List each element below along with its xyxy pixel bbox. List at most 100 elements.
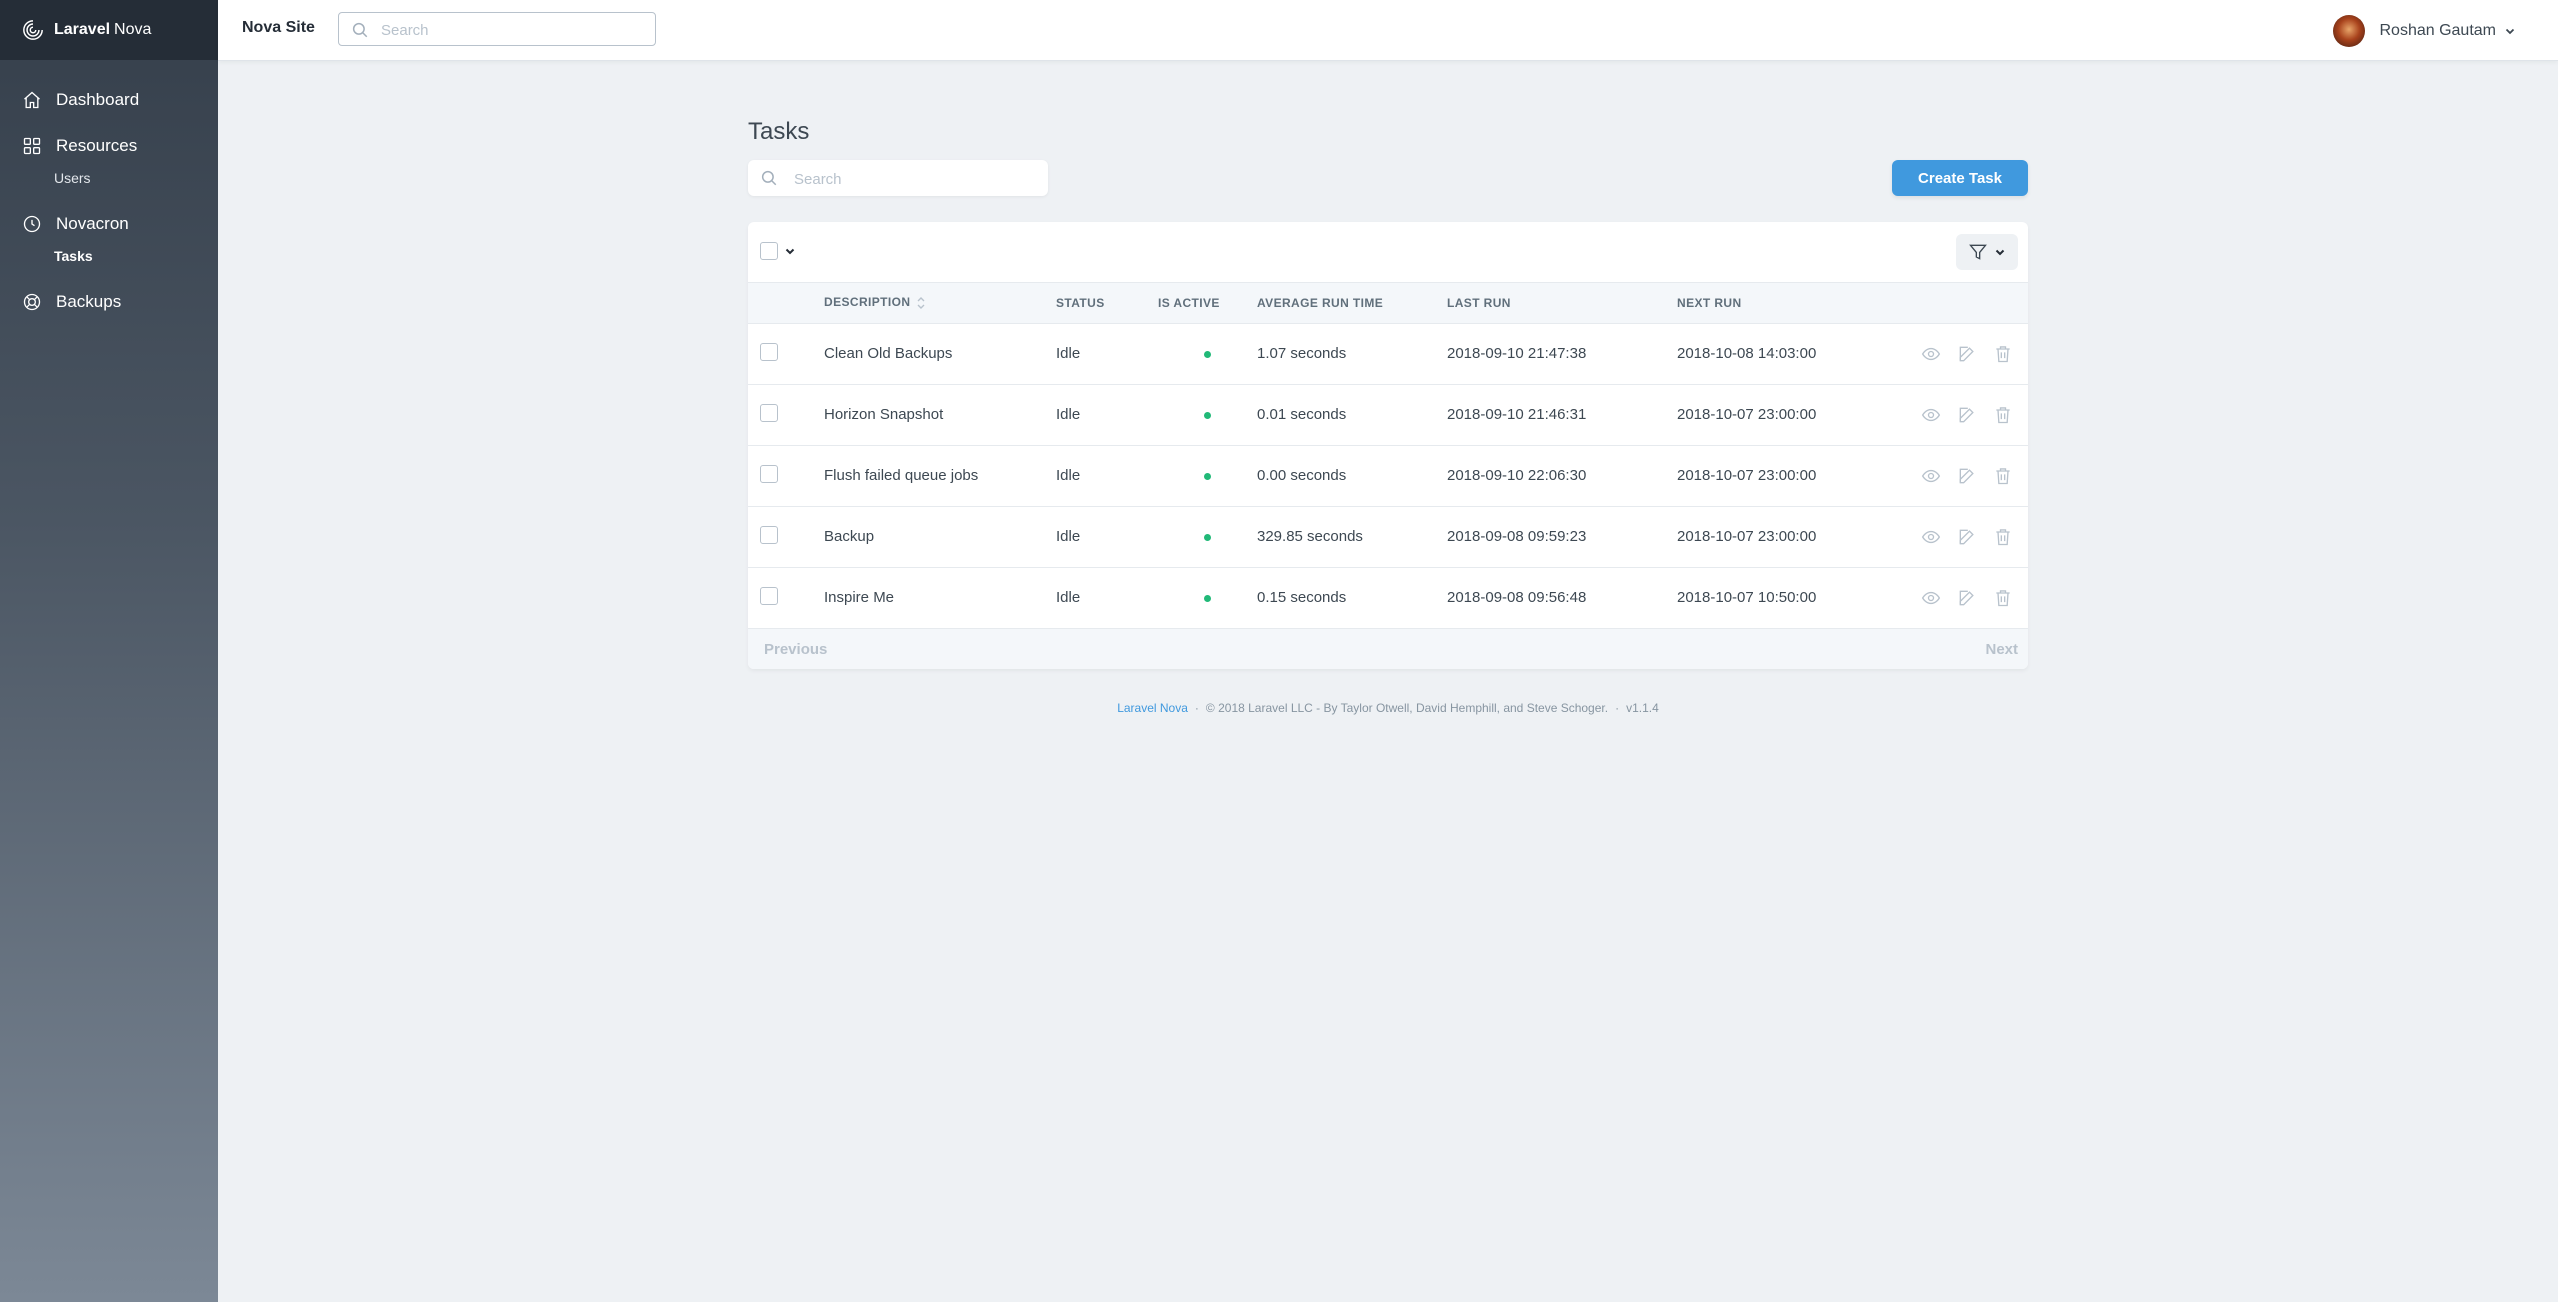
cell-last-run: 2018-09-10 21:47:38 [1447, 323, 1677, 385]
active-indicator [1204, 534, 1211, 541]
column-header-actions [1907, 283, 2028, 324]
delete-trash-icon[interactable] [1993, 527, 2013, 547]
active-indicator [1204, 595, 1211, 602]
row-checkbox[interactable] [760, 586, 778, 605]
row-checkbox[interactable] [760, 342, 778, 361]
footer-nova-link[interactable]: Laravel Nova [1117, 701, 1188, 715]
edit-icon[interactable] [1957, 527, 1977, 547]
table-header-row: Description Status Is Active Average Run… [748, 283, 2028, 324]
cell-status: Idle [1056, 384, 1158, 446]
lifebuoy-icon [23, 293, 41, 311]
brand-name-bold: Laravel [54, 21, 111, 38]
filter-button[interactable] [1956, 234, 2018, 270]
table-row[interactable]: Horizon Snapshot Idle 0.01 seconds 2018-… [748, 384, 2028, 446]
edit-icon[interactable] [1957, 588, 1977, 608]
select-all-checkbox[interactable] [760, 242, 778, 260]
edit-icon[interactable] [1957, 466, 1977, 486]
footer-version: v1.1.4 [1626, 700, 1659, 715]
home-icon [24, 91, 40, 109]
row-actions [1907, 344, 2028, 364]
column-header-description[interactable]: Description [824, 283, 1056, 324]
delete-trash-icon[interactable] [1993, 588, 2013, 608]
table-actions-bar [748, 222, 2028, 283]
resource-toolbar: Create Task [748, 160, 2028, 200]
sidebar-item-label: Backups [56, 292, 122, 311]
column-header-average-run-time: Average Run Time [1257, 283, 1447, 324]
delete-trash-icon[interactable] [1993, 466, 2013, 486]
cell-last-run: 2018-09-10 22:06:30 [1447, 445, 1677, 507]
cell-next-run: 2018-10-07 23:00:00 [1677, 384, 1907, 446]
column-header-is-active: Is Active [1158, 283, 1257, 324]
global-search [338, 12, 656, 47]
row-checkbox[interactable] [760, 525, 778, 544]
main-content: Tasks Create Task Description Statu [748, 118, 2028, 715]
resource-table-card: Description Status Is Active Average Run… [748, 222, 2028, 669]
cell-last-run: 2018-09-08 09:59:23 [1447, 506, 1677, 568]
sidebar-item-label: Novacron [56, 214, 129, 233]
view-eye-icon[interactable] [1921, 588, 1941, 608]
sidebar-item-backups[interactable]: Backups [0, 284, 218, 320]
resource-search [748, 160, 1048, 198]
view-eye-icon[interactable] [1921, 466, 1941, 486]
avatar [2333, 15, 2366, 47]
row-checkbox[interactable] [760, 403, 778, 422]
header-checkbox-col [748, 283, 824, 324]
sidebar-item-dashboard[interactable]: Dashboard [0, 82, 218, 118]
brand[interactable]: Laravel Nova [0, 0, 218, 60]
next-page-button[interactable]: Next [1985, 641, 2018, 658]
sidebar-item-resources[interactable]: Resources [0, 128, 218, 164]
sidebar-item-users[interactable]: Users [0, 164, 218, 192]
row-checkbox[interactable] [760, 464, 778, 483]
cell-average-run-time: 0.01 seconds [1257, 384, 1447, 446]
cell-average-run-time: 0.15 seconds [1257, 567, 1447, 629]
footer: Laravel Nova · © 2018 Laravel LLC - By Tay… [1117, 700, 1659, 715]
cell-description: Clean Old Backups [824, 323, 1056, 385]
resource-search-input[interactable] [792, 160, 1046, 198]
clock-icon [23, 215, 41, 233]
table-row[interactable]: Clean Old Backups Idle 1.07 seconds 2018… [748, 323, 2028, 385]
cell-status: Idle [1056, 445, 1158, 507]
tasks-table: Description Status Is Active Average Run… [748, 283, 2028, 629]
cell-status: Idle [1056, 567, 1158, 629]
column-header-next-run: Next Run [1677, 283, 1907, 324]
user-name: Roshan Gautam [2379, 22, 2496, 39]
create-task-button[interactable]: Create Task [1892, 160, 2028, 196]
page-title: Tasks [748, 118, 810, 145]
view-eye-icon[interactable] [1921, 527, 1941, 547]
table-row[interactable]: Backup Idle 329.85 seconds 2018-09-08 09… [748, 506, 2028, 568]
edit-icon[interactable] [1957, 344, 1977, 364]
table-row[interactable]: Inspire Me Idle 0.15 seconds 2018-09-08 … [748, 567, 2028, 629]
search-icon [352, 22, 368, 38]
sort-icon[interactable] [916, 296, 926, 310]
chevron-down-icon [785, 248, 795, 255]
top-header: Nova Site Roshan Gautam [218, 0, 2558, 61]
sidebar-item-tasks[interactable]: Tasks [0, 242, 218, 270]
column-header-last-run: Last Run [1447, 283, 1677, 324]
sidebar-item-novacron[interactable]: Novacron [0, 206, 218, 242]
active-indicator [1204, 473, 1211, 480]
select-all-dropdown[interactable] [760, 242, 796, 260]
pagination: Previous Next [748, 628, 2028, 669]
delete-trash-icon[interactable] [1993, 344, 2013, 364]
footer-copyright: © 2018 Laravel LLC - By Taylor Otwell, D… [1205, 700, 1609, 715]
edit-icon[interactable] [1957, 405, 1977, 425]
nova-logo-icon [23, 20, 43, 40]
user-menu[interactable]: Roshan Gautam [2333, 15, 2516, 47]
global-search-input[interactable] [379, 13, 653, 47]
sidebar: Laravel Nova Dashboard Resources Users N… [0, 0, 218, 1302]
view-eye-icon[interactable] [1921, 344, 1941, 364]
cell-average-run-time: 1.07 seconds [1257, 323, 1447, 385]
site-title[interactable]: Nova Site [242, 19, 315, 37]
delete-trash-icon[interactable] [1993, 405, 2013, 425]
active-indicator [1204, 351, 1211, 358]
view-eye-icon[interactable] [1921, 405, 1941, 425]
cell-status: Idle [1056, 323, 1158, 385]
previous-page-button[interactable]: Previous [764, 641, 827, 658]
column-label: Description [824, 295, 911, 310]
cell-average-run-time: 329.85 seconds [1257, 506, 1447, 568]
cell-next-run: 2018-10-08 14:03:00 [1677, 323, 1907, 385]
active-indicator [1204, 412, 1211, 419]
row-actions [1907, 405, 2028, 425]
column-header-status: Status [1056, 283, 1158, 324]
table-row[interactable]: Flush failed queue jobs Idle 0.00 second… [748, 445, 2028, 507]
